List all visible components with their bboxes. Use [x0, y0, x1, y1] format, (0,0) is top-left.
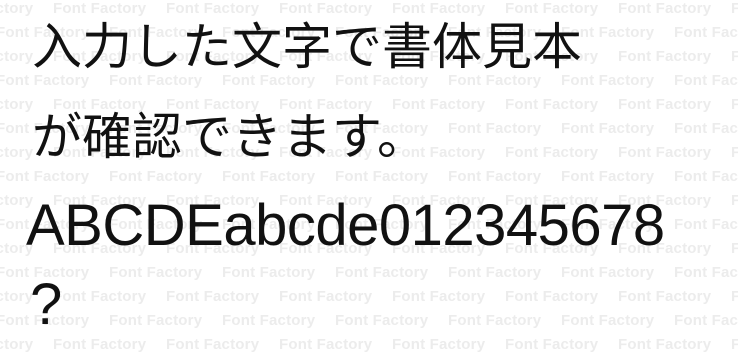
sample-line-1: 入力した文字で書体見本 — [32, 18, 582, 76]
sample-line-4: ? — [30, 272, 63, 337]
font-sample-preview: 入力した文字で書体見本 が確認できます。 ABCDEabcde012345678… — [0, 0, 738, 356]
sample-line-2: が確認できます。 — [32, 108, 427, 166]
sample-line-3: ABCDEabcde012345678 — [26, 193, 665, 258]
